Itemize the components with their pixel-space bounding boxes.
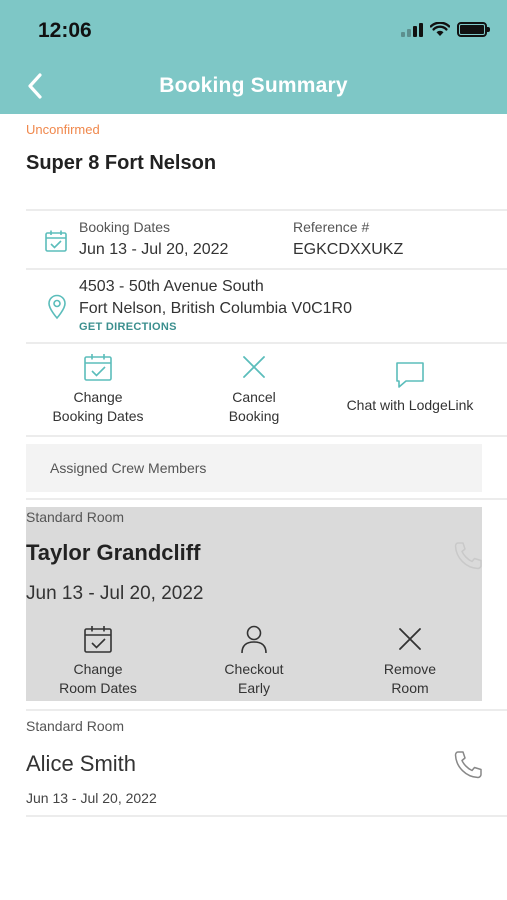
- chat-with-lodgelink-button[interactable]: Chat with LodgeLink: [340, 360, 480, 415]
- assigned-crew-label: Assigned Crew Members: [50, 460, 207, 476]
- wifi-icon: [430, 22, 450, 36]
- reference-label: Reference #: [293, 219, 370, 235]
- booking-dates-value: Jun 13 - Jul 20, 2022: [79, 241, 229, 258]
- checkout-early-line2: Early: [238, 680, 270, 696]
- checkout-early-line1: Checkout: [224, 661, 284, 677]
- booking-status-label: Unconfirmed: [26, 122, 100, 137]
- divider: [26, 342, 507, 344]
- divider: [26, 498, 507, 500]
- address-line-2: Fort Nelson, British Columbia V0C1R0: [79, 300, 352, 317]
- divider: [26, 435, 507, 437]
- room-guest-name: Alice Smith: [26, 751, 137, 776]
- divider: [26, 268, 507, 270]
- room-dates: Jun 13 - Jul 20, 2022: [26, 790, 157, 806]
- cancel-booking-line1: Cancel: [232, 389, 276, 405]
- phone-icon[interactable]: [452, 540, 484, 572]
- divider: [26, 815, 507, 817]
- hotel-name: Super 8 Fort Nelson: [26, 152, 217, 174]
- chat-bubble-icon: [396, 362, 424, 388]
- cellular-signal-icon: [401, 23, 423, 37]
- remove-room-button[interactable]: Remove Room: [350, 624, 470, 698]
- location-pin-icon: [48, 294, 66, 320]
- remove-room-line2: Room: [391, 680, 429, 696]
- assigned-crew-header: Assigned Crew Members: [26, 444, 482, 492]
- room-type: Standard Room: [26, 509, 125, 525]
- app-header: 12:06 Booking Summary: [0, 0, 507, 114]
- get-directions-link[interactable]: GET DIRECTIONS: [79, 321, 177, 333]
- change-room-dates-button[interactable]: Change Room Dates: [38, 624, 158, 698]
- calendar-check-icon: [45, 230, 67, 252]
- close-icon: [243, 356, 265, 378]
- reference-value: EGKCDXXUKZ: [293, 241, 404, 258]
- calendar-check-icon: [84, 626, 112, 653]
- person-icon: [241, 625, 267, 654]
- change-room-dates-line1: Change: [73, 661, 123, 677]
- cancel-booking-button[interactable]: Cancel Booking: [194, 352, 314, 426]
- status-time: 12:06: [38, 19, 92, 42]
- page-title: Booking Summary: [159, 74, 348, 97]
- phone-icon[interactable]: [452, 749, 484, 781]
- divider: [26, 709, 507, 711]
- change-booking-dates-line2: Booking Dates: [52, 408, 144, 424]
- remove-room-line1: Remove: [383, 661, 437, 677]
- divider: [26, 209, 507, 211]
- booking-dates-label: Booking Dates: [79, 219, 171, 235]
- room-guest-name: Taylor Grandcliff: [26, 540, 201, 565]
- change-room-dates-line2: Room Dates: [59, 680, 137, 696]
- change-booking-dates-line1: Change: [73, 389, 123, 405]
- address-line-1: 4503 - 50th Avenue South: [79, 278, 264, 295]
- close-icon: [399, 628, 421, 650]
- room-type: Standard Room: [26, 718, 125, 734]
- calendar-check-icon: [84, 354, 112, 381]
- chat-label: Chat with LodgeLink: [346, 397, 474, 413]
- battery-icon: [457, 22, 490, 37]
- room-dates: Jun 13 - Jul 20, 2022: [26, 583, 204, 604]
- cancel-booking-line2: Booking: [228, 408, 280, 424]
- change-booking-dates-button[interactable]: Change Booking Dates: [38, 352, 158, 426]
- checkout-early-button[interactable]: Checkout Early: [194, 624, 314, 698]
- status-icons: [401, 22, 490, 37]
